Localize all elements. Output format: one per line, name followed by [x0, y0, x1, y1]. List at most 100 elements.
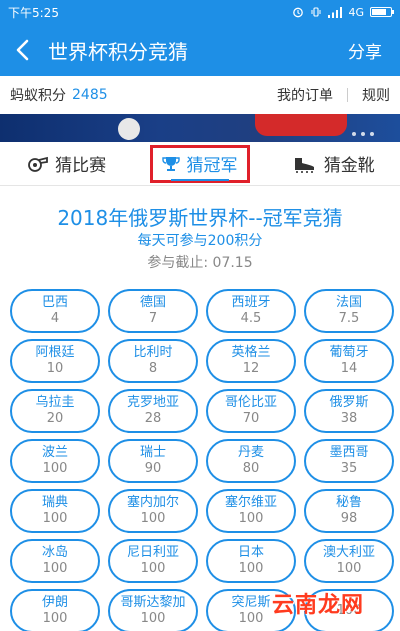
tab-guess-match[interactable]: 猜比赛: [0, 142, 133, 185]
team-button[interactable]: 英格兰 12: [206, 339, 296, 383]
team-button[interactable]: 瑞士 90: [108, 439, 198, 483]
watermark-logo: 云南龙网: [258, 586, 378, 620]
points-value: 2485: [72, 87, 108, 103]
team-name: 瑞典: [41, 495, 68, 510]
team-name: 巴西: [41, 295, 68, 310]
team-name: 澳大利亚: [322, 545, 375, 560]
vibrate-icon: [311, 7, 321, 17]
team-button[interactable]: 瑞典 100: [10, 489, 100, 533]
team-odds: 38: [340, 411, 358, 426]
team-button[interactable]: 乌拉圭 20: [10, 389, 100, 433]
team-odds: 100: [238, 511, 264, 526]
team-odds: 100: [238, 561, 264, 576]
team-name: 瑞士: [139, 445, 166, 460]
team-name: 波兰: [41, 445, 68, 460]
team-name: 墨西哥: [329, 445, 369, 460]
team-odds: 100: [140, 611, 166, 626]
tab-guess-golden-boot[interactable]: 猜金靴: [267, 142, 400, 185]
tab-bar: 猜比赛 猜冠军 猜金靴: [0, 142, 400, 186]
team-name: 哥斯达黎加: [120, 595, 186, 610]
boot-icon: [294, 157, 314, 173]
points-label: 蚂蚁积分: [10, 88, 66, 104]
team-odds: 100: [42, 461, 68, 476]
tab-label: 猜比赛: [55, 156, 107, 176]
active-underline: [171, 179, 229, 181]
team-odds: 100: [140, 561, 166, 576]
team-button[interactable]: 尼日利亚 100: [108, 539, 198, 583]
team-name: 葡萄牙: [329, 345, 369, 360]
tab-label: 猜金靴: [323, 156, 375, 176]
chevron-left-icon: [16, 39, 29, 61]
team-odds: 100: [42, 611, 68, 626]
team-name: 尼日利亚: [126, 545, 179, 560]
team-odds: 8: [148, 361, 158, 376]
team-name: 日本: [237, 545, 264, 560]
team-button[interactable]: 日本 100: [206, 539, 296, 583]
banner-cta: [255, 114, 347, 136]
team-button[interactable]: 巴西 4: [10, 289, 100, 333]
team-odds: 100: [140, 511, 166, 526]
team-button[interactable]: 比利时 8: [108, 339, 198, 383]
team-button[interactable]: 伊朗 100: [10, 589, 100, 631]
team-name: 丹麦: [237, 445, 264, 460]
team-button[interactable]: 法国 7.5: [304, 289, 394, 333]
team-button[interactable]: 塞尔维亚 100: [206, 489, 296, 533]
team-button[interactable]: 秘鲁 98: [304, 489, 394, 533]
team-name: 哥伦比亚: [224, 395, 277, 410]
team-button[interactable]: 波兰 100: [10, 439, 100, 483]
team-name: 英格兰: [231, 345, 271, 360]
whistle-icon: [28, 156, 49, 172]
team-odds: 80: [242, 461, 260, 476]
team-button[interactable]: 克罗地亚 28: [108, 389, 198, 433]
team-name: 克罗地亚: [126, 395, 179, 410]
team-odds: 28: [144, 411, 162, 426]
daily-limit-text: 每天可参与200积分: [137, 233, 263, 249]
team-odds: 10: [46, 361, 64, 376]
team-odds: 70: [242, 411, 260, 426]
team-button[interactable]: 俄罗斯 38: [304, 389, 394, 433]
team-button[interactable]: 澳大利亚 100: [304, 539, 394, 583]
deadline-text: 参与截止: 07.15: [147, 255, 253, 271]
team-odds: 12: [242, 361, 260, 376]
battery-icon: [370, 7, 394, 17]
team-name: 法国: [335, 295, 362, 310]
status-time: 下午5:25: [8, 5, 59, 20]
divider: [347, 88, 348, 102]
team-button[interactable]: 塞内加尔 100: [108, 489, 198, 533]
team-odds: 4.5: [240, 311, 262, 326]
highlight-box: [150, 145, 250, 183]
team-button[interactable]: 冰岛 100: [10, 539, 100, 583]
tab-guess-champion[interactable]: 猜冠军: [133, 142, 266, 185]
share-button[interactable]: 分享: [348, 38, 382, 63]
team-name: 伊朗: [41, 595, 68, 610]
team-odds: 90: [144, 461, 162, 476]
team-odds: 100: [42, 511, 68, 526]
team-button[interactable]: 葡萄牙 14: [304, 339, 394, 383]
status-icons: 4G: [292, 6, 394, 19]
promo-banner[interactable]: [0, 114, 400, 142]
team-button[interactable]: 墨西哥 35: [304, 439, 394, 483]
team-odds: 20: [46, 411, 64, 426]
team-odds: 100: [336, 561, 362, 576]
team-button[interactable]: 西班牙 4.5: [206, 289, 296, 333]
my-orders-link[interactable]: 我的订单: [277, 85, 333, 105]
team-name: 乌拉圭: [35, 395, 75, 410]
team-button[interactable]: 德国 7: [108, 289, 198, 333]
team-odds: 7.5: [338, 311, 360, 326]
team-button[interactable]: 丹麦 80: [206, 439, 296, 483]
banner-pager: [352, 132, 374, 136]
team-button[interactable]: 哥伦比亚 70: [206, 389, 296, 433]
team-name: 西班牙: [231, 295, 271, 310]
back-button[interactable]: [0, 24, 44, 76]
alarm-icon: [293, 7, 304, 18]
team-odds: 100: [42, 561, 68, 576]
watermark-text: 云南龙网: [271, 593, 364, 618]
team-button[interactable]: 哥斯达黎加 100: [108, 589, 198, 631]
team-name: 俄罗斯: [329, 395, 369, 410]
signal-icon: [328, 6, 343, 18]
team-name: 德国: [139, 295, 166, 310]
rules-link[interactable]: 规则: [362, 85, 390, 105]
team-name: 阿根廷: [35, 345, 75, 360]
team-name: 比利时: [133, 345, 173, 360]
team-button[interactable]: 阿根廷 10: [10, 339, 100, 383]
